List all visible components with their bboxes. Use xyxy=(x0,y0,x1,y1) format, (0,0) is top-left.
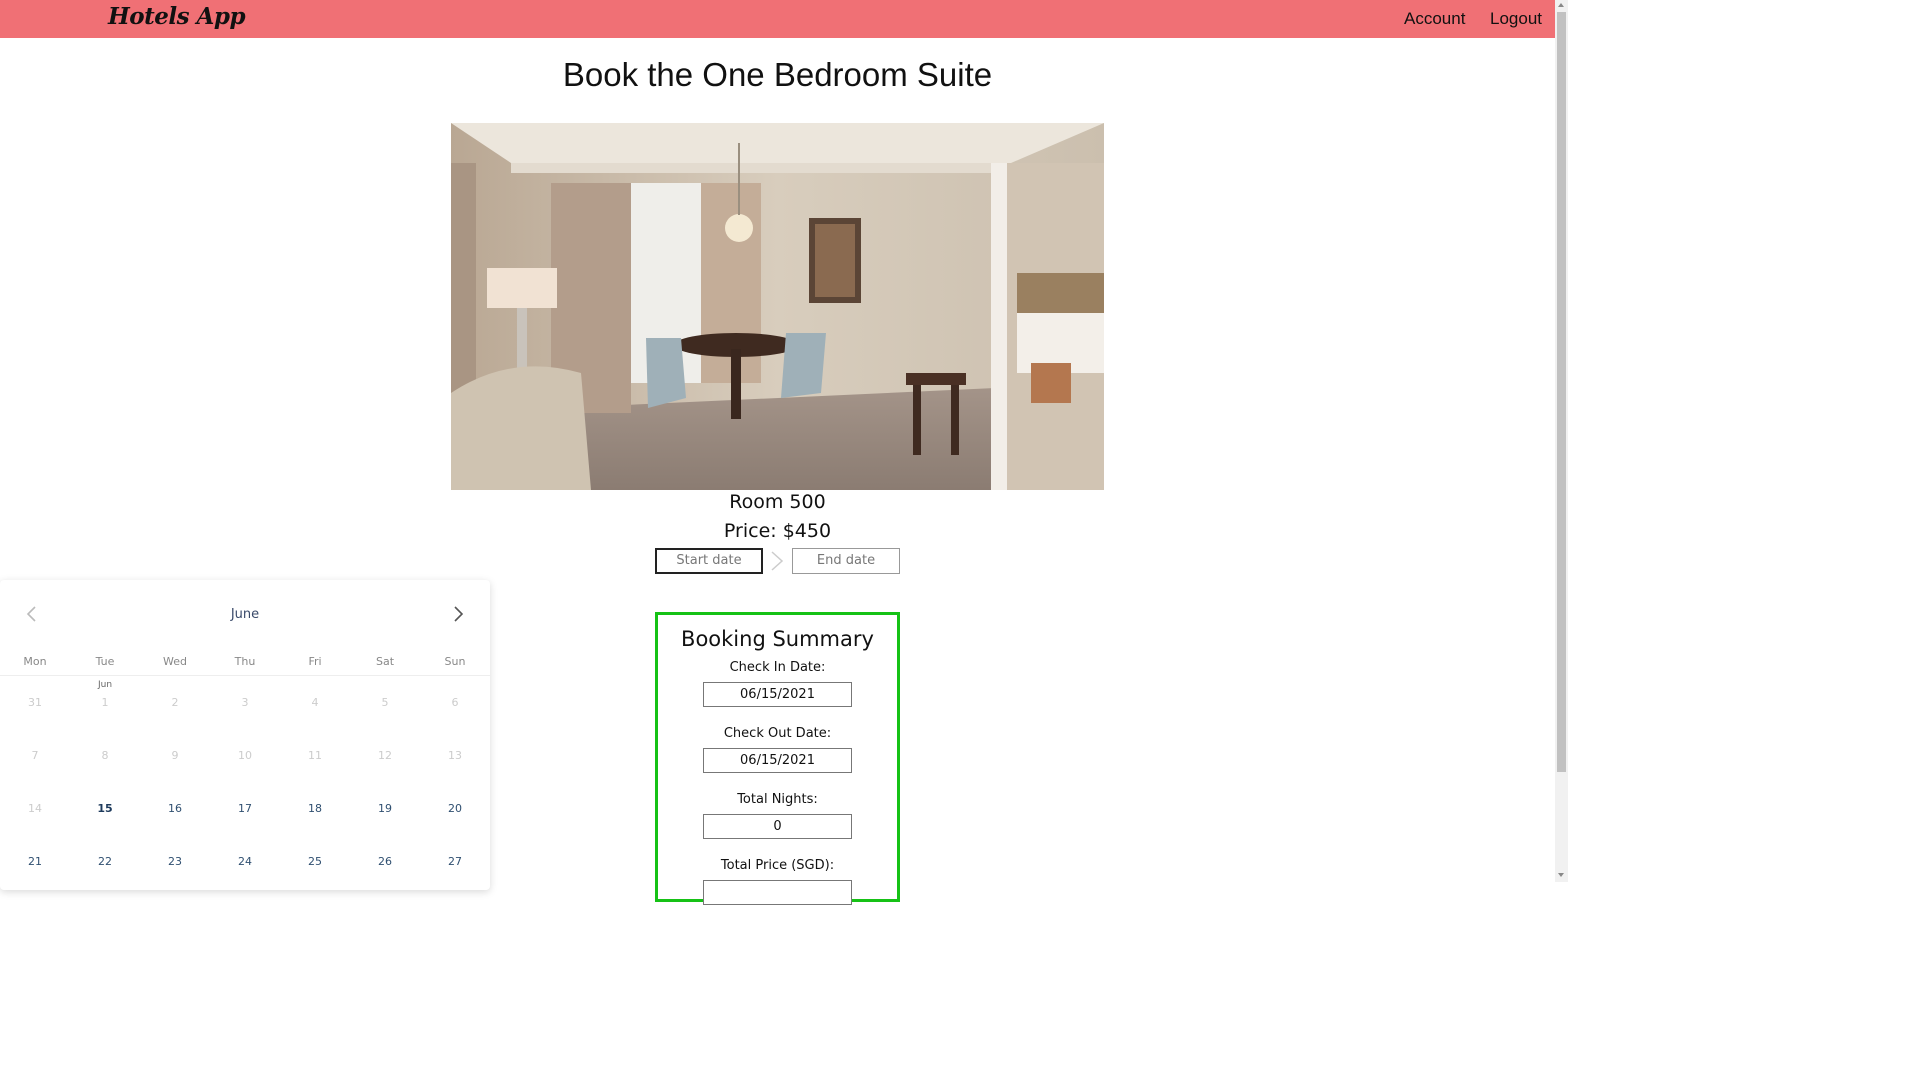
calendar-day: 3 xyxy=(241,696,249,709)
calendar-day: 4 xyxy=(311,696,319,709)
calendar-day: 31 xyxy=(28,696,42,709)
calendar-day[interactable]: 18 xyxy=(280,782,350,835)
calendar-day: 7 xyxy=(31,749,39,762)
calendar-day[interactable]: 20 xyxy=(420,782,490,835)
calendar-day: Jun 1 xyxy=(70,676,140,729)
brand-logo[interactable]: Hotels App xyxy=(108,3,246,30)
start-date-input[interactable]: Start date xyxy=(655,548,763,574)
weekday-label: Thu xyxy=(234,655,256,668)
weekday-label: Mon xyxy=(23,655,47,668)
calendar-day[interactable]: 23 xyxy=(140,835,210,888)
end-date-input[interactable]: End date xyxy=(792,548,900,574)
total-nights-label: Total Nights: xyxy=(737,792,818,807)
room-price: Price: $450 xyxy=(723,520,832,542)
calendar-day[interactable]: 26 xyxy=(350,835,420,888)
date-picker-calendar: June Mon Tue Wed Thu Fri Sat Sun 31 Jun 1… xyxy=(0,580,490,890)
room-photo xyxy=(451,123,1104,490)
scroll-up-icon[interactable] xyxy=(1558,3,1564,7)
calendar-day: 11 xyxy=(308,749,322,762)
calendar-day[interactable]: 16 xyxy=(140,782,210,835)
calendar-day: 13 xyxy=(448,749,462,762)
calendar-day[interactable]: 17 xyxy=(210,782,280,835)
calendar-day[interactable]: 19 xyxy=(350,782,420,835)
calendar-day: 9 xyxy=(171,749,179,762)
calendar-day[interactable]: 24 xyxy=(210,835,280,888)
calendar-day[interactable]: 22 xyxy=(70,835,140,888)
calendar-day: 14 xyxy=(28,802,42,815)
booking-summary-title: Booking Summary xyxy=(681,627,874,651)
page-scrollbar[interactable] xyxy=(1555,0,1568,882)
weekday-label: Tue xyxy=(95,655,115,668)
calendar-day-today[interactable]: 15 xyxy=(70,782,140,835)
calendar-day: 12 xyxy=(378,749,392,762)
check-in-label: Check In Date: xyxy=(729,660,826,675)
month-marker: Jun xyxy=(97,680,113,690)
next-month-icon[interactable] xyxy=(448,604,468,628)
calendar-day[interactable]: 27 xyxy=(420,835,490,888)
page-title: Book the One Bedroom Suite xyxy=(562,56,993,93)
calendar-month-label: June xyxy=(230,607,260,622)
weekday-label: Fri xyxy=(308,655,322,668)
top-navbar: Hotels App Account Logout xyxy=(0,0,1555,38)
check-in-date-field[interactable] xyxy=(703,682,852,707)
total-price-field[interactable] xyxy=(703,880,852,905)
calendar-day: 5 xyxy=(381,696,389,709)
calendar-day[interactable]: 25 xyxy=(280,835,350,888)
weekday-label: Sun xyxy=(444,655,466,668)
nav-account-link[interactable]: Account xyxy=(1404,9,1465,29)
nav-logout-link[interactable]: Logout xyxy=(1490,9,1542,29)
scroll-thumb[interactable] xyxy=(1557,12,1566,772)
check-out-label: Check Out Date: xyxy=(723,726,832,741)
weekday-label: Sat xyxy=(375,655,395,668)
calendar-day: 10 xyxy=(238,749,252,762)
calendar-day[interactable]: 21 xyxy=(0,835,70,888)
calendar-day: 2 xyxy=(171,696,179,709)
date-range-picker: Start date End date xyxy=(655,548,900,574)
calendar-day: 8 xyxy=(101,749,109,762)
room-number: Room 500 xyxy=(729,491,826,513)
total-price-label: Total Price (SGD): xyxy=(720,858,835,873)
scroll-down-icon[interactable] xyxy=(1558,873,1564,877)
total-nights-field[interactable] xyxy=(703,814,852,839)
booking-summary-panel: Booking Summary Check In Date: Check Out… xyxy=(655,612,900,905)
check-out-date-field[interactable] xyxy=(703,748,852,773)
weekday-label: Wed xyxy=(163,655,187,668)
calendar-day: 6 xyxy=(451,696,459,709)
range-arrow-icon xyxy=(768,550,786,576)
